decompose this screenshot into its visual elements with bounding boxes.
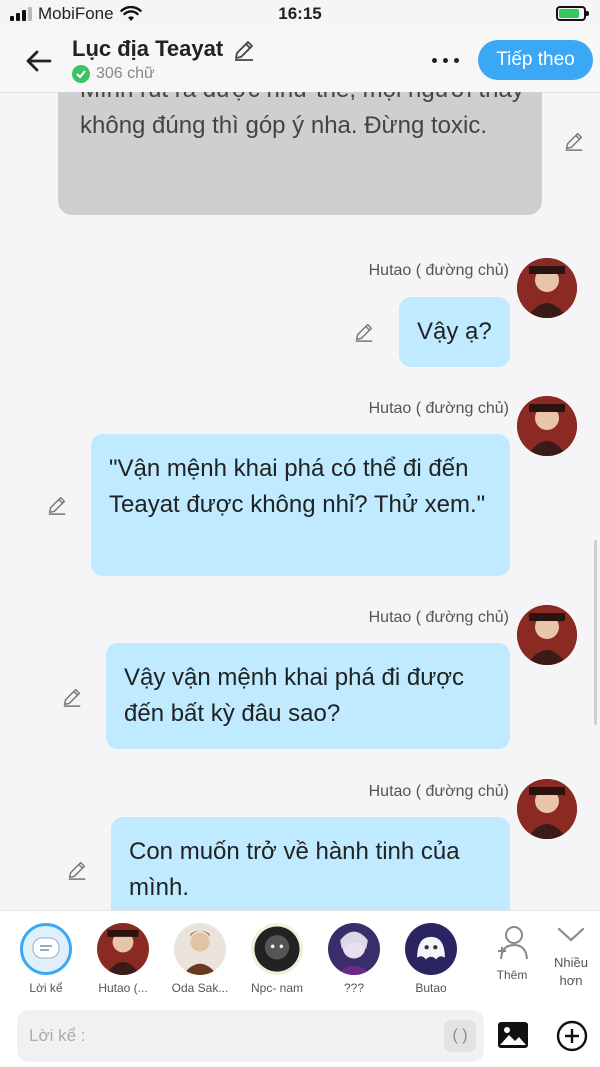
avatar-hutao[interactable] xyxy=(517,779,577,839)
edit-pencil-icon[interactable] xyxy=(563,130,585,152)
scrollbar[interactable] xyxy=(594,540,597,725)
edit-pencil-icon[interactable] xyxy=(61,686,83,708)
chevron-down-icon xyxy=(557,927,585,942)
message-bubble[interactable]: Vậy vận mệnh khai phá đi được đến bất kỳ… xyxy=(106,643,510,749)
avatar-hutao[interactable] xyxy=(517,258,577,318)
character-label: Npc- nam xyxy=(250,981,303,995)
character-label: Oda Sak... xyxy=(171,981,229,995)
character-npc-nam[interactable]: Npc- nam xyxy=(245,923,309,995)
character-label: Lời kể xyxy=(29,981,63,995)
plus-circle-icon[interactable] xyxy=(556,1020,588,1052)
next-button[interactable]: Tiếp theo xyxy=(478,40,593,80)
story-title[interactable]: Lục địa Teayat xyxy=(72,36,223,62)
character-hutao[interactable]: Hutao (... xyxy=(91,923,155,995)
edit-pencil-icon[interactable] xyxy=(66,859,88,881)
character-label: Butao xyxy=(415,981,447,995)
speaker-name: Hutao ( đường chủ) xyxy=(368,400,509,417)
character-selector: Lời kể Hutao (... Oda Sak... Npc- nam ??… xyxy=(0,910,600,1003)
add-label: Thêm xyxy=(496,968,528,982)
add-person-icon xyxy=(498,926,528,960)
more-options-icon[interactable] xyxy=(432,50,468,70)
speaker-name: Hutao ( đường chủ) xyxy=(368,609,509,626)
avatar-npc-nam xyxy=(251,923,303,975)
narrator-chat-icon xyxy=(20,923,72,975)
character-label: Hutao (... xyxy=(98,981,148,995)
character-butao[interactable]: Butao xyxy=(399,923,463,995)
avatar-butao xyxy=(405,923,457,975)
back-arrow-icon[interactable] xyxy=(22,44,56,78)
avatar-hutao[interactable] xyxy=(517,605,577,665)
avatar-oda xyxy=(174,923,226,975)
add-character-button[interactable]: Thêm xyxy=(481,923,543,982)
word-count-label: 306 chữ xyxy=(96,65,155,82)
battery-icon xyxy=(556,6,589,21)
message-bubble[interactable]: Con muốn trở về hành tinh của mình. xyxy=(111,817,510,910)
speaker-name: Hutao ( đường chủ) xyxy=(368,783,509,800)
narration-bubble[interactable]: Mình rút ra được như thế, mọi người thấy… xyxy=(58,92,542,215)
parenthesis-button[interactable]: ( ) xyxy=(444,1020,476,1052)
status-bar: MobiFone 16:15 xyxy=(0,0,600,30)
composer: Lời kể : ( ) xyxy=(0,1002,600,1067)
avatar-hutao[interactable] xyxy=(517,396,577,456)
speaker-name: Hutao ( đường chủ) xyxy=(368,262,509,279)
clock: 16:15 xyxy=(278,4,322,23)
chat-area[interactable]: Mình rút ra được như thế, mọi người thấy… xyxy=(0,92,600,910)
input-placeholder: Lời kể : xyxy=(29,1026,86,1045)
avatar-hutao xyxy=(97,923,149,975)
more-characters-button[interactable]: Nhiều hơn xyxy=(543,923,599,990)
edit-pencil-icon[interactable] xyxy=(353,321,375,343)
top-bar: Lục địa Teayat 306 chữ Tiếp theo xyxy=(0,30,600,93)
message-bubble[interactable]: Vậy ạ? xyxy=(399,297,510,367)
character-unknown[interactable]: ??? xyxy=(322,923,386,995)
avatar-unknown xyxy=(328,923,380,975)
character-narrator[interactable]: Lời kể xyxy=(14,923,78,995)
image-icon[interactable] xyxy=(497,1021,529,1049)
edit-title-pencil-icon[interactable] xyxy=(232,38,256,62)
character-oda[interactable]: Oda Sak... xyxy=(168,923,232,995)
check-icon xyxy=(72,65,90,83)
more-label: Nhiều hơn xyxy=(554,955,588,988)
message-input[interactable]: Lời kể : ( ) xyxy=(17,1010,484,1062)
narration-text: Mình rút ra được như thế, mọi người thấy… xyxy=(80,92,524,139)
character-label: ??? xyxy=(343,981,365,995)
edit-pencil-icon[interactable] xyxy=(46,494,68,516)
message-bubble[interactable]: "Vận mệnh khai phá có thể đi đến Teayat … xyxy=(91,434,510,576)
word-count: 306 chữ xyxy=(72,65,155,83)
